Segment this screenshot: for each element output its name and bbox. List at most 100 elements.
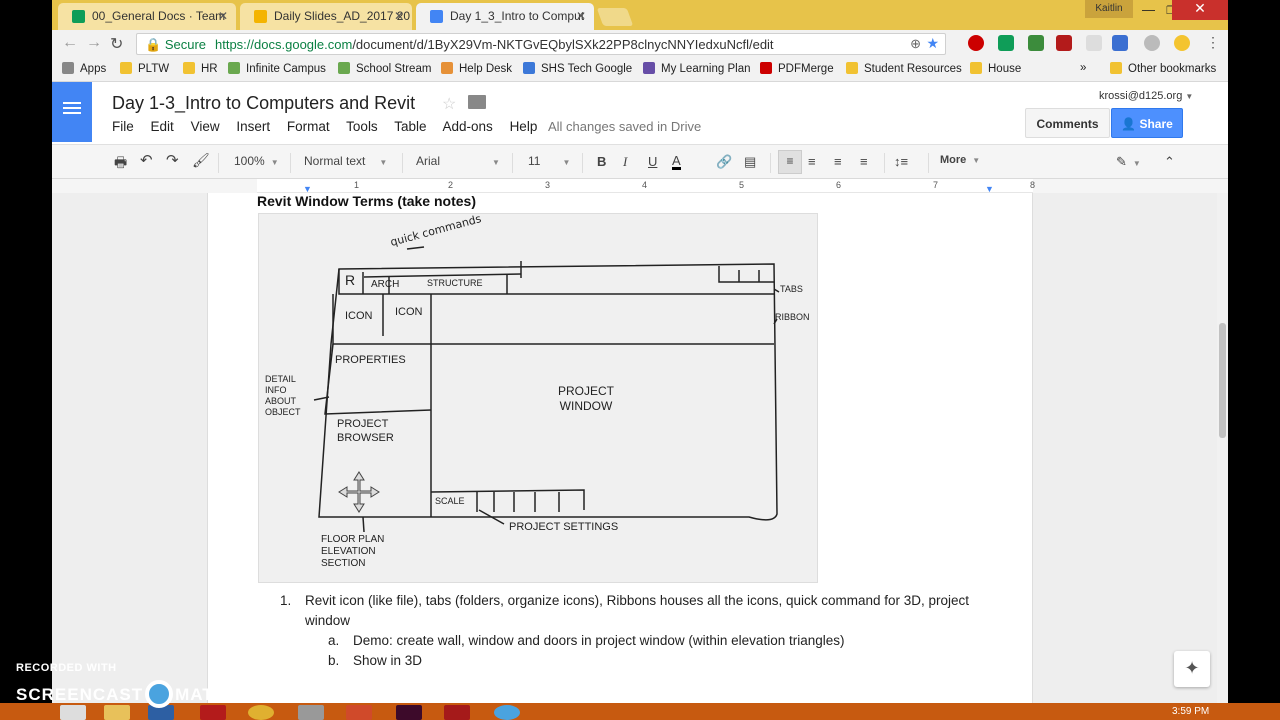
- folder-icon[interactable]: [468, 95, 486, 109]
- extension-icon[interactable]: [998, 35, 1014, 51]
- bold-button[interactable]: B: [597, 154, 606, 169]
- bookmarks-overflow[interactable]: »: [1080, 62, 1086, 74]
- close-icon[interactable]: ✕: [576, 9, 586, 23]
- bookmark-label: HR: [201, 63, 218, 75]
- forward-icon[interactable]: →: [86, 34, 102, 52]
- bookmark-infinite-campus[interactable]: Infinite Campus: [228, 62, 326, 75]
- menu-format[interactable]: Format: [287, 119, 330, 134]
- extension-icon[interactable]: [1144, 35, 1160, 51]
- extension-icon[interactable]: [1086, 35, 1102, 51]
- extension-icon[interactable]: [1112, 35, 1128, 51]
- collapse-icon[interactable]: ⌃: [1164, 154, 1175, 170]
- address-bar[interactable]: 🔒 Secure https://docs.google.com/documen…: [136, 33, 946, 55]
- zoom-icon[interactable]: ⊕: [910, 36, 921, 52]
- zoom-select[interactable]: 100% ▼: [234, 154, 279, 168]
- back-icon[interactable]: ←: [62, 34, 78, 52]
- list-item[interactable]: a. Demo: create wall, window and doors i…: [280, 631, 980, 651]
- document-title[interactable]: Day 1-3_Intro to Computers and Revit: [112, 93, 415, 114]
- list-item[interactable]: 1. Revit icon (like file), tabs (folders…: [280, 591, 980, 631]
- indesign-icon[interactable]: [396, 705, 422, 720]
- browser-tab-general-docs[interactable]: 00_General Docs · Team ✕: [58, 3, 236, 30]
- other-bookmarks[interactable]: Other bookmarks: [1110, 62, 1216, 75]
- screencast-icon[interactable]: [494, 705, 520, 720]
- bookmark-pltw[interactable]: PLTW: [120, 62, 169, 75]
- undo-icon[interactable]: ↶: [140, 151, 153, 169]
- menu-table[interactable]: Table: [394, 119, 426, 134]
- docs-home-icon[interactable]: [52, 82, 92, 142]
- menu-edit[interactable]: Edit: [151, 119, 174, 134]
- list-number: 1.: [280, 593, 292, 608]
- align-right-icon[interactable]: ≡: [834, 154, 842, 169]
- bookmark-hr[interactable]: HR: [183, 62, 218, 75]
- link-icon[interactable]: 🔗: [716, 154, 732, 170]
- menu-insert[interactable]: Insert: [236, 119, 270, 134]
- redo-icon[interactable]: ↷: [166, 151, 179, 169]
- line-spacing-icon[interactable]: ↕≡: [894, 154, 908, 169]
- menu-view[interactable]: View: [191, 119, 220, 134]
- list-item[interactable]: b. Show in 3D: [280, 651, 980, 671]
- bookmark-apps[interactable]: Apps: [62, 62, 106, 75]
- more-button[interactable]: More ▼: [940, 154, 980, 166]
- new-tab-button[interactable]: [596, 8, 634, 26]
- close-icon[interactable]: ✕: [394, 9, 404, 23]
- bookmark-shs-tech[interactable]: SHS Tech Google: [523, 62, 632, 75]
- section-heading: Revit Window Terms (take notes): [257, 193, 476, 209]
- font-size-select[interactable]: 11 ▼: [528, 154, 570, 168]
- pencil-icon[interactable]: ✎ ▼: [1116, 154, 1141, 170]
- menu-bar: File Edit View Insert Format Tools Table…: [112, 119, 550, 134]
- app-icon[interactable]: [298, 705, 324, 720]
- italic-button[interactable]: I: [623, 154, 627, 170]
- bookmark-label: My Learning Plan: [661, 63, 751, 75]
- paint-format-icon[interactable]: 🖌: [192, 152, 210, 169]
- bookmark-pdfmerge[interactable]: PDFMerge: [760, 62, 834, 75]
- pdf-icon[interactable]: [1056, 35, 1072, 51]
- adblock-icon[interactable]: [968, 35, 984, 51]
- profile-badge[interactable]: Kaitlin: [1085, 0, 1133, 18]
- bookmark-help-desk[interactable]: Help Desk: [441, 62, 512, 75]
- bookmark-star-icon[interactable]: ★: [926, 35, 939, 52]
- star-icon[interactable]: ☆: [442, 94, 456, 114]
- explore-button[interactable]: ✦: [1174, 651, 1210, 687]
- bookmark-school-stream[interactable]: School Stream: [338, 62, 431, 75]
- reload-icon[interactable]: ↻: [110, 34, 123, 54]
- menu-help[interactable]: Help: [510, 119, 538, 134]
- document-page[interactable]: Revit Window Terms (take notes) quick co…: [207, 193, 1033, 713]
- bookmark-learning-plan[interactable]: My Learning Plan: [643, 62, 751, 75]
- tab-label: Day 1_3_Intro to Comput: [450, 9, 585, 23]
- browser-tab-daily-slides[interactable]: Daily Slides_AD_2017 20 ✕: [240, 3, 412, 30]
- align-center-icon[interactable]: ≡: [808, 154, 816, 169]
- acrobat-icon[interactable]: [444, 705, 470, 720]
- ruler-tick: 4: [642, 180, 648, 190]
- menu-icon[interactable]: ⋮: [1206, 34, 1220, 51]
- menu-file[interactable]: File: [112, 119, 134, 134]
- browser-tab-active[interactable]: Day 1_3_Intro to Comput ✕: [416, 3, 594, 30]
- comment-icon[interactable]: ▤: [744, 154, 756, 170]
- emoji-icon[interactable]: [1174, 35, 1190, 51]
- share-button[interactable]: 👤 Share: [1111, 108, 1183, 138]
- menu-addons[interactable]: Add-ons: [443, 119, 493, 134]
- justify-icon[interactable]: ≡: [860, 154, 868, 169]
- style-select[interactable]: Normal text ▼: [304, 154, 387, 168]
- app-icon[interactable]: [346, 705, 372, 720]
- window-close-button[interactable]: ✕: [1172, 0, 1228, 20]
- vertical-scrollbar[interactable]: [1217, 193, 1228, 703]
- learning-plan-icon: [643, 62, 655, 74]
- revit-sketch-image[interactable]: quick commands R ARCH STRUCTURE TABS RIB…: [258, 212, 818, 583]
- print-icon[interactable]: 🖶: [114, 152, 127, 176]
- minimize-icon[interactable]: —: [1142, 2, 1155, 17]
- underline-button[interactable]: U: [648, 154, 657, 169]
- menu-tools[interactable]: Tools: [346, 119, 378, 134]
- bookmark-student-resources[interactable]: Student Resources: [846, 62, 962, 75]
- comments-button[interactable]: Comments: [1025, 108, 1110, 138]
- share-label: Share: [1139, 117, 1173, 131]
- text-color-button[interactable]: A: [672, 154, 681, 170]
- chrome-icon[interactable]: [248, 705, 274, 720]
- extension-icon[interactable]: [1028, 35, 1044, 51]
- account-menu[interactable]: krossi@d125.org ▼: [1099, 90, 1193, 102]
- taskbar-clock[interactable]: 3:59 PM: [1172, 706, 1209, 717]
- bookmark-house[interactable]: House: [970, 62, 1021, 75]
- close-icon[interactable]: ✕: [218, 9, 228, 23]
- font-select[interactable]: Arial ▼: [416, 154, 500, 168]
- align-left-icon[interactable]: ≡: [778, 150, 802, 174]
- scroll-thumb[interactable]: [1219, 323, 1226, 438]
